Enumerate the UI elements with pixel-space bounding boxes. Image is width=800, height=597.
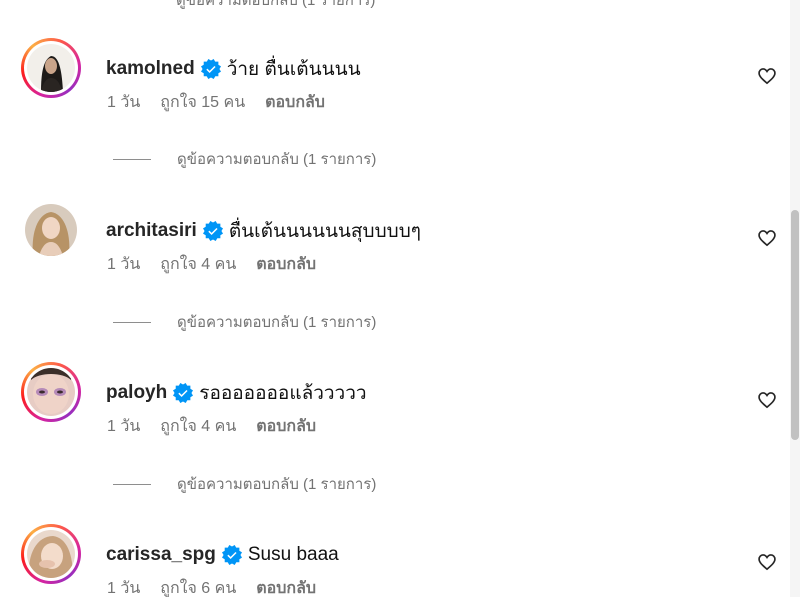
view-replies-label: ดูข้อความตอบกลับ (1 รายการ) [177,151,377,168]
view-replies-link[interactable]: ดูข้อความตอบกลับ (1 รายการ) [113,310,376,334]
avatar [27,368,75,416]
divider [113,158,151,160]
heart-outline-icon[interactable] [757,66,777,86]
avatar [27,44,75,92]
comment-item: paloyh รอออออออแล้ววววว 1 วัน ถูกใจ 4 คน… [0,362,790,462]
comment-text: ตื่นเต้นนนนนนสุบบบบๆ [228,221,421,242]
comment-age[interactable]: 1 วัน [107,252,140,277]
view-replies-label: ดูข้อความตอบกลับ (1 รายการ) [177,476,377,493]
verified-badge-icon [221,545,242,565]
username[interactable]: architasiri [106,220,197,242]
divider [113,483,151,485]
avatar-story-ring[interactable] [21,524,81,584]
avatar-story-ring[interactable] [21,38,81,98]
reply-button[interactable]: ตอบกลับ [256,252,316,277]
comment-text: Susu baaa [247,544,339,565]
scrollbar[interactable] [790,0,800,597]
view-replies-link[interactable]: ดูข้อความตอบกลับ (1 รายการ) [113,147,376,171]
username[interactable]: kamolned [106,58,195,80]
avatar-container[interactable] [21,200,81,260]
username[interactable]: paloyh [106,382,167,404]
avatar-story-ring[interactable] [21,362,81,422]
heart-outline-icon[interactable] [757,552,777,572]
avatar [25,204,77,256]
comment-text: ว้าย ตื่นเต้นนนน [226,59,361,80]
view-replies-label: ดูข้อความตอบกลับ (1 รายการ) [177,314,377,331]
comment-item: architasiri ตื่นเต้นนนนนนสุบบบบๆ 1 วัน ถ… [0,200,790,300]
comment-item: carissa_spg Susu baaa 1 วัน ถูกใจ 6 คน ต… [0,524,790,597]
like-count[interactable]: ถูกใจ 15 คน [160,90,245,115]
avatar [27,530,75,578]
comment-text: รอออออออแล้ววววว [199,383,367,404]
view-replies-link-partial[interactable]: ดูข้อความตอบกลับ (1 รายการ) [176,0,375,12]
like-count[interactable]: ถูกใจ 4 คน [160,414,236,439]
comments-panel: ดูข้อความตอบกลับ (1 รายการ) kamolned ว้า… [0,0,800,597]
comment-age[interactable]: 1 วัน [107,414,140,439]
like-count[interactable]: ถูกใจ 6 คน [160,576,236,597]
comment-age[interactable]: 1 วัน [107,576,140,597]
verified-badge-icon [173,383,194,403]
comment-age[interactable]: 1 วัน [107,90,140,115]
heart-outline-icon[interactable] [757,228,777,248]
reply-button[interactable]: ตอบกลับ [256,576,316,597]
comment-item: kamolned ว้าย ตื่นเต้นนนน 1 วัน ถูกใจ 15… [0,38,790,138]
divider [113,321,151,323]
heart-outline-icon[interactable] [757,390,777,410]
like-count[interactable]: ถูกใจ 4 คน [160,252,236,277]
view-replies-link[interactable]: ดูข้อความตอบกลับ (1 รายการ) [113,472,376,496]
scrollbar-thumb[interactable] [791,210,799,440]
verified-badge-icon [200,59,221,79]
reply-button[interactable]: ตอบกลับ [256,414,316,439]
verified-badge-icon [202,221,223,241]
username[interactable]: carissa_spg [106,544,216,566]
reply-button[interactable]: ตอบกลับ [265,90,325,115]
